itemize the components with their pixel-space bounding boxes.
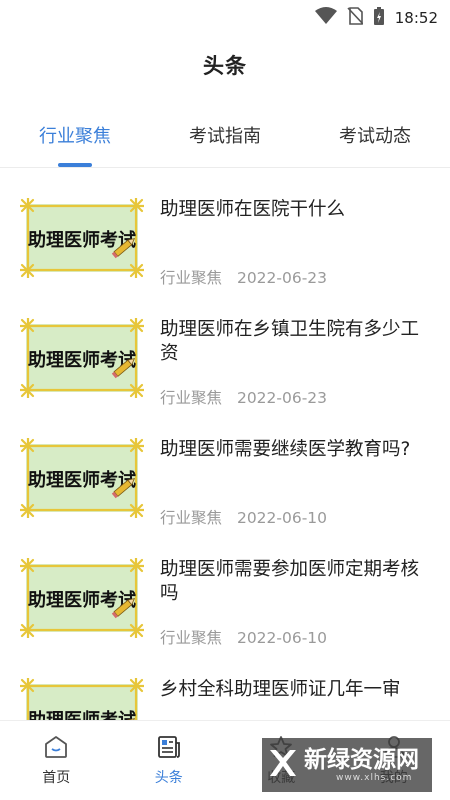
- article-meta: 行业聚焦 2022-06-10: [160, 506, 327, 528]
- watermark-sub: www.xlhs.com: [336, 773, 413, 783]
- article-category: 行业聚焦: [160, 629, 223, 647]
- tab-bar: 行业聚焦 考试指南 考试动态: [0, 118, 450, 168]
- article-title: 乡村全科助理医师证几年一审: [160, 679, 401, 700]
- article-title: 助理医师在乡镇卫生院有多少工资: [160, 319, 420, 364]
- article-date: 2022-06-10: [236, 509, 328, 527]
- thumbnail-image: 助理医师考试: [18, 556, 146, 640]
- article-date: 2022-06-23: [236, 269, 328, 287]
- thumbnail-image: 助理医师考试: [18, 196, 146, 280]
- nav-label: 头条: [154, 770, 183, 786]
- list-item[interactable]: 助理医师考试 乡村全科助理医师证几年一审: [0, 648, 450, 720]
- thumbnail-image: 助理医师考试: [18, 316, 146, 400]
- article-list: 助理医师考试 助理医师在医院干什么 行业聚焦 2022-06-23 助理医师考试…: [0, 168, 450, 720]
- battery-charging-icon: [373, 6, 385, 30]
- thumbnail-image: 助理医师考试: [18, 676, 146, 720]
- page-header: 头条: [0, 50, 450, 80]
- thumbnail-image: 助理医师考试: [18, 436, 146, 520]
- list-item[interactable]: 助理医师考试 助理医师在乡镇卫生院有多少工资 行业聚焦 2022-06-23: [0, 288, 450, 408]
- tab-exam-news[interactable]: 考试动态: [300, 118, 450, 167]
- article-category: 行业聚焦: [160, 269, 223, 287]
- article-thumbnail: 助理医师考试: [18, 676, 146, 720]
- article-meta: 行业聚焦 2022-06-23: [160, 386, 327, 408]
- article-meta: 行业聚焦 2022-06-10: [160, 626, 327, 648]
- watermark-text: 新绿资源网: [304, 747, 419, 773]
- status-bar: 18:52: [0, 0, 450, 36]
- article-category: 行业聚焦: [160, 509, 223, 527]
- article-date: 2022-06-10: [236, 629, 328, 647]
- article-thumbnail: 助理医师考试: [18, 316, 146, 400]
- article-category: 行业聚焦: [160, 389, 223, 407]
- article-title: 助理医师需要参加医师定期考核吗: [160, 559, 420, 604]
- page-title: 头条: [203, 54, 247, 78]
- article-thumbnail: 助理医师考试: [18, 196, 146, 280]
- news-icon: [156, 735, 182, 763]
- tab-exam-guide[interactable]: 考试指南: [150, 118, 300, 167]
- status-time: 18:52: [394, 9, 438, 27]
- nav-home[interactable]: 首页: [0, 721, 113, 800]
- tab-label: 行业聚焦: [39, 126, 111, 147]
- article-meta: 行业聚焦 2022-06-23: [160, 266, 327, 288]
- article-thumbnail: 助理医师考试: [18, 436, 146, 520]
- watermark-logo-icon: [268, 746, 298, 784]
- tab-industry-focus[interactable]: 行业聚焦: [0, 118, 150, 167]
- watermark: 新绿资源网 www.xlhs.com: [262, 738, 432, 792]
- wifi-icon: [314, 7, 337, 29]
- article-thumbnail: 助理医师考试: [18, 556, 146, 640]
- tab-label: 考试指南: [189, 126, 261, 147]
- list-item[interactable]: 助理医师考试 助理医师需要参加医师定期考核吗 行业聚焦 2022-06-10: [0, 528, 450, 648]
- list-item[interactable]: 助理医师考试 助理医师在医院干什么 行业聚焦 2022-06-23: [0, 168, 450, 288]
- list-item[interactable]: 助理医师考试 助理医师需要继续医学教育吗? 行业聚焦 2022-06-10: [0, 408, 450, 528]
- nav-news[interactable]: 头条: [113, 721, 226, 800]
- home-icon: [43, 735, 69, 763]
- article-date: 2022-06-23: [236, 389, 328, 407]
- tab-label: 考试动态: [339, 126, 411, 147]
- sim-no-signal-icon: [347, 7, 364, 29]
- article-title: 助理医师在医院干什么: [160, 199, 346, 220]
- article-title: 助理医师需要继续医学教育吗?: [160, 439, 411, 460]
- thumbnail-text: 助理医师考试: [28, 709, 136, 720]
- nav-label: 首页: [42, 770, 71, 786]
